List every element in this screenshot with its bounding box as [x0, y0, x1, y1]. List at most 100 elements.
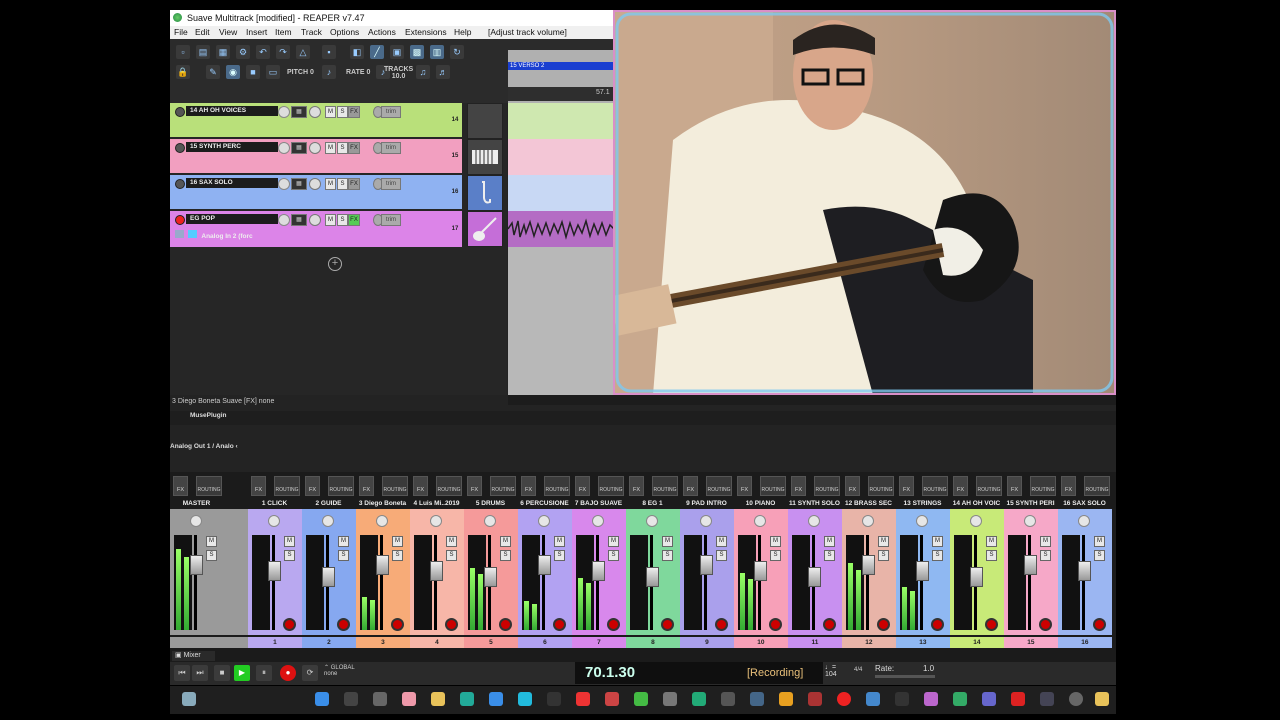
record-arm-button[interactable]	[499, 618, 512, 631]
strip-name[interactable]: 15 SYNTH PERI	[1004, 498, 1057, 509]
strip-name[interactable]: 5 DRUMS	[464, 498, 517, 509]
solo-button[interactable]: S	[337, 106, 348, 118]
routing-button[interactable]: ROUTING	[436, 476, 462, 496]
solo-button[interactable]: S	[500, 550, 511, 561]
volume-fader-handle[interactable]	[484, 567, 497, 587]
fx-button[interactable]: FX	[173, 476, 188, 496]
record-arm-button[interactable]	[715, 618, 728, 631]
opera-icon[interactable]	[576, 692, 590, 706]
envelope-icon[interactable]: ▩	[410, 45, 424, 59]
mixer-strip-12[interactable]: FX ROUTING 12 BRASS SEC M S 12	[842, 472, 896, 662]
track-eg-pop[interactable]: EG POP ▦ M S FX trim Analog In 2 (forc	[170, 211, 448, 247]
record-arm-button[interactable]	[985, 618, 998, 631]
mute-button[interactable]: M	[325, 106, 336, 118]
strip-name[interactable]: 2 GUIDE	[302, 498, 355, 509]
lane-14[interactable]	[508, 103, 614, 139]
fx-button[interactable]: FX	[575, 476, 590, 496]
strip-name[interactable]: 3 Diego Boneta	[356, 498, 409, 509]
record-arm-button[interactable]	[769, 618, 782, 631]
volume-fader-handle[interactable]	[862, 555, 875, 575]
fx-button[interactable]: FX	[413, 476, 428, 496]
play-button[interactable]: ▶	[234, 665, 250, 681]
pan-knob[interactable]	[268, 515, 280, 527]
fx-button[interactable]: FX	[348, 142, 360, 154]
chrome-icon[interactable]	[634, 692, 648, 706]
timeline-ruler[interactable]: 57.1	[508, 87, 614, 101]
volume-knob[interactable]	[278, 106, 290, 118]
fx-button[interactable]: FX	[521, 476, 536, 496]
route-button[interactable]: ▦	[291, 214, 307, 226]
volume-knob[interactable]	[278, 178, 290, 190]
menu-help[interactable]: Help	[454, 27, 471, 37]
routing-button[interactable]: ROUTING	[328, 476, 354, 496]
mute-button[interactable]: M	[392, 536, 403, 547]
routing-button[interactable]: ROUTING	[196, 476, 222, 496]
volume-fader-handle[interactable]	[1024, 555, 1037, 575]
pan-knob[interactable]	[484, 515, 496, 527]
pan-knob[interactable]	[309, 106, 321, 118]
mixer-strip-10[interactable]: FX ROUTING 10 PIANO M S 10	[734, 472, 788, 662]
pan-knob[interactable]	[970, 515, 982, 527]
solo-button[interactable]: S	[1094, 550, 1105, 561]
volume-fader-handle[interactable]	[376, 555, 389, 575]
fx-button[interactable]: FX	[1007, 476, 1022, 496]
strip-name[interactable]: 1 CLICK	[248, 498, 301, 509]
volume-fader-track[interactable]	[194, 535, 197, 630]
region-label[interactable]: 15 VERSO 2	[508, 62, 616, 70]
routing-button[interactable]: ROUTING	[382, 476, 408, 496]
app-icon-14[interactable]	[1011, 692, 1025, 706]
strip-name[interactable]: 14 AH OH VOIC	[950, 498, 1003, 509]
lock-icon[interactable]: 🔒	[176, 65, 190, 79]
strip-name[interactable]: 9 PAD INTRO	[680, 498, 733, 509]
pan-knob[interactable]	[322, 515, 334, 527]
pan-knob[interactable]	[646, 515, 658, 527]
track-name[interactable]: EG POP	[186, 214, 278, 224]
trim-button[interactable]: trim	[381, 142, 401, 154]
volume-fader-track[interactable]	[542, 535, 545, 630]
strip-name[interactable]: 6 PERCUSIONE	[518, 498, 571, 509]
menu-edit[interactable]: Edit	[195, 27, 210, 37]
routing-button[interactable]: ROUTING	[1084, 476, 1110, 496]
new-project-icon[interactable]: ▫	[176, 45, 190, 59]
routing-button[interactable]: ROUTING	[814, 476, 840, 496]
app-icon-13[interactable]	[953, 692, 967, 706]
fx-button[interactable]: FX	[953, 476, 968, 496]
app-icon-7[interactable]	[779, 692, 793, 706]
mixer-strip-14[interactable]: FX ROUTING 14 AH OH VOIC M S 14	[950, 472, 1004, 662]
mute-button[interactable]: M	[1040, 536, 1051, 547]
pointer-icon[interactable]: ◉	[226, 65, 240, 79]
pan-knob[interactable]	[700, 515, 712, 527]
pan-knob[interactable]	[862, 515, 874, 527]
edge-icon[interactable]	[460, 692, 474, 706]
record-arm-button[interactable]	[823, 618, 836, 631]
volume-fader-track[interactable]	[758, 535, 761, 630]
volume-fader-handle[interactable]	[190, 555, 203, 575]
record-arm-button[interactable]	[175, 107, 185, 117]
fx-button[interactable]: FX	[348, 178, 360, 190]
volume-fader-handle[interactable]	[430, 561, 443, 581]
pan-knob[interactable]	[309, 214, 321, 226]
record-arm-button[interactable]	[175, 179, 185, 189]
mute-button[interactable]: M	[325, 178, 336, 190]
volume-fader-handle[interactable]	[700, 555, 713, 575]
teams-icon[interactable]	[982, 692, 996, 706]
solo-button[interactable]: S	[1040, 550, 1051, 561]
mixer-tab[interactable]: ▣ Mixer	[172, 651, 215, 661]
volume-fader-handle[interactable]	[538, 555, 551, 575]
trim-button[interactable]: trim	[381, 106, 401, 118]
routing-button[interactable]: ROUTING	[760, 476, 786, 496]
volume-fader-track[interactable]	[704, 535, 707, 630]
fx-button[interactable]: FX	[359, 476, 374, 496]
solo-button[interactable]: S	[932, 550, 943, 561]
track-input-selector[interactable]: Analog In 2 (forc	[175, 230, 295, 240]
redo-icon[interactable]: ↷	[276, 45, 290, 59]
undo-icon[interactable]: ↶	[256, 45, 270, 59]
routing-button[interactable]: ROUTING	[490, 476, 516, 496]
fx-button[interactable]: FX	[899, 476, 914, 496]
menu-actions[interactable]: Actions	[368, 27, 396, 37]
record-arm-button[interactable]	[1093, 618, 1106, 631]
mixer-strip-8[interactable]: FX ROUTING 8 EG 1MS8	[626, 472, 680, 662]
global-automation[interactable]: ⌃ GLOBAL none	[324, 664, 355, 677]
lane-15[interactable]	[508, 139, 614, 175]
solo-button[interactable]: S	[337, 214, 348, 226]
